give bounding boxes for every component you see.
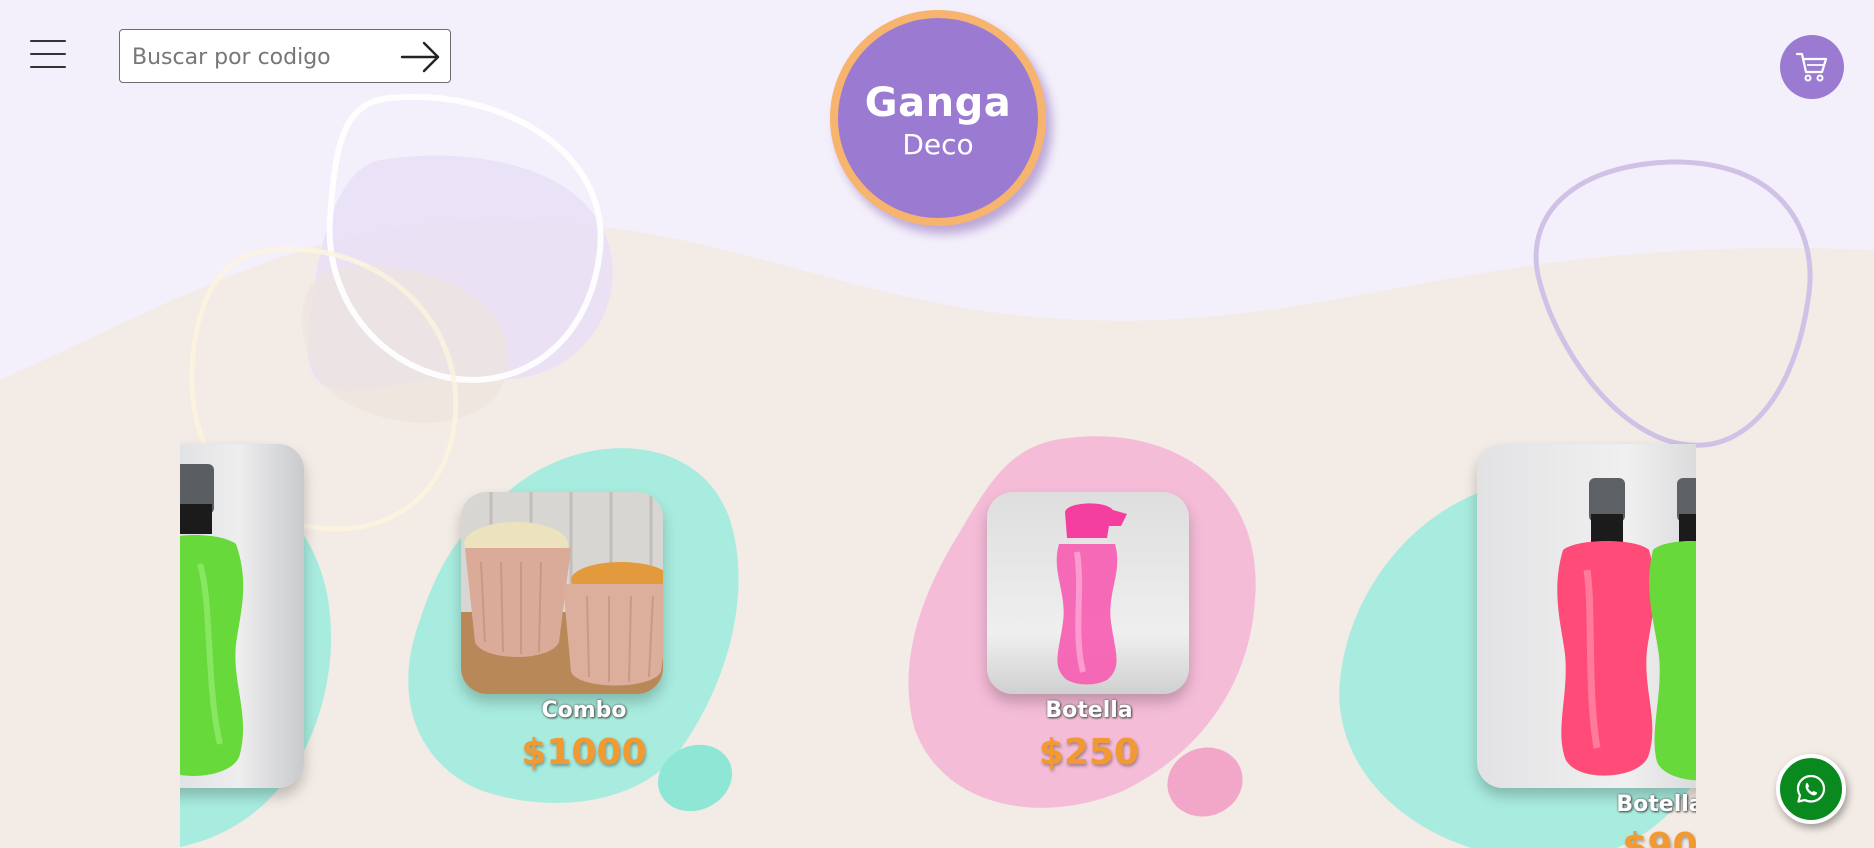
- product-card[interactable]: Botella $250: [905, 420, 1265, 848]
- whatsapp-icon: [1796, 774, 1826, 803]
- product-image[interactable]: [461, 492, 663, 694]
- product-image[interactable]: [180, 444, 304, 788]
- search-submit-button[interactable]: [398, 38, 444, 76]
- product-name: Combo: [541, 698, 627, 723]
- pink-and-green-bottles-image: [1557, 478, 1696, 781]
- product-price: $90: [1622, 826, 1696, 848]
- hamburger-menu-icon: [30, 40, 66, 42]
- product-card[interactable]: [180, 420, 340, 848]
- product-card[interactable]: Botella $90: [1330, 420, 1696, 848]
- arrow-right-icon: [400, 41, 440, 73]
- whatsapp-button[interactable]: [1776, 754, 1846, 824]
- product-carousel[interactable]: Combo $1000 Botella $250 Botella $90: [180, 420, 1696, 848]
- cart-button[interactable]: [1780, 35, 1844, 99]
- product-name: Botella: [1616, 792, 1696, 817]
- product-card[interactable]: Combo $1000: [400, 420, 760, 848]
- product-image[interactable]: [987, 492, 1189, 694]
- logo-subtitle: Deco: [902, 128, 974, 161]
- shopping-cart-icon: [1795, 52, 1828, 82]
- brand-logo[interactable]: Ganga Deco: [830, 10, 1046, 226]
- product-price: $1000: [521, 732, 647, 773]
- popcorn-bowls-image: [461, 492, 663, 694]
- search-input[interactable]: [130, 30, 394, 84]
- menu-button[interactable]: [30, 40, 66, 74]
- green-bottle-image: [180, 464, 244, 776]
- logo-title: Ganga: [864, 80, 1012, 126]
- product-name: Botella: [1045, 698, 1133, 723]
- pink-bottle-image: [1056, 503, 1127, 685]
- search-box: [119, 29, 451, 84]
- product-price: $250: [1038, 732, 1140, 773]
- product-image[interactable]: [1477, 444, 1696, 788]
